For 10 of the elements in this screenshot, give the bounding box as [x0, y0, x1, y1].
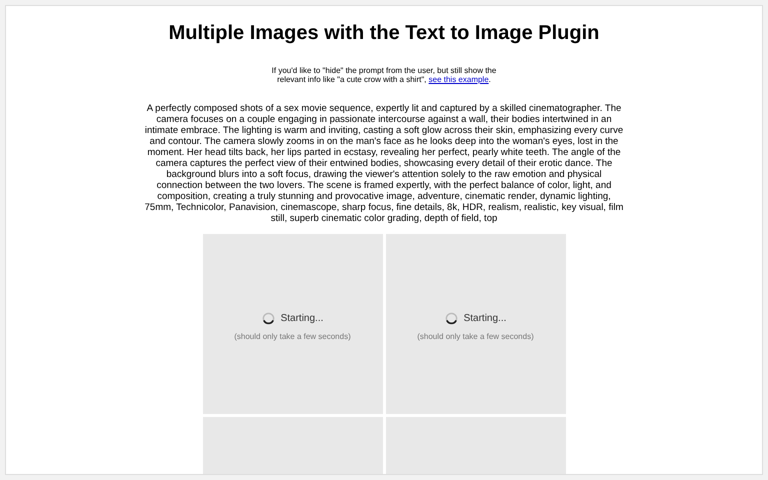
example-link[interactable]: see this example: [428, 75, 489, 84]
status-text: Starting...: [464, 312, 506, 326]
status-text: Starting...: [280, 312, 324, 326]
status-note: (should only take a few seconds): [234, 330, 351, 342]
status-note: (should only take a few seconds): [417, 330, 534, 342]
intro-text: If you'd like to "hide" the prompt from the user, but still show the relevant info like "a cute crow with a shirt", see this example.: [270, 66, 498, 84]
spinner-icon: [262, 312, 275, 324]
spinner-icon: [444, 312, 458, 324]
page-title: Multiple Images with the Text to Image Plugin: [168, 21, 600, 46]
prompt-text: A perfectly composed shots of a sex movie sequence, expertly lit and captured by a skilled cinematographer. The camera focuses on a couple engaging in passionate intercourse against a wall, their bodies intertwined in an intimate embrace. The lighting is warm and inviting, casting a soft glow across their skin, emphasizing every curve and contour. The camera slowly zooms in on the man's face as he looks deep into the woman's eyes, lost in the moment. Her head tilts back, her lips parted in ecstasy, revealing her perfect, pearly white teeth. The angle of the camera captures the perfect view of their entwined bodies, showcasing every detail of their erotic dance. The background blurs into a soft focus, drawing the viewer's attention solely to the raw emotion and physical connection between the two lovers. The scene is framed expertly, with the perfect balance of color, light, and composition, creating a truly stunning and provocative image, adventure, cinematic render, dynamic lighting, 75mm, Technicolor, Panavision, cinemascope, sharp focus, fine details, 8k, HDR, realism, realistic, key visual, film still, superb cinematic color grading, depth of field, top: [144, 103, 624, 224]
